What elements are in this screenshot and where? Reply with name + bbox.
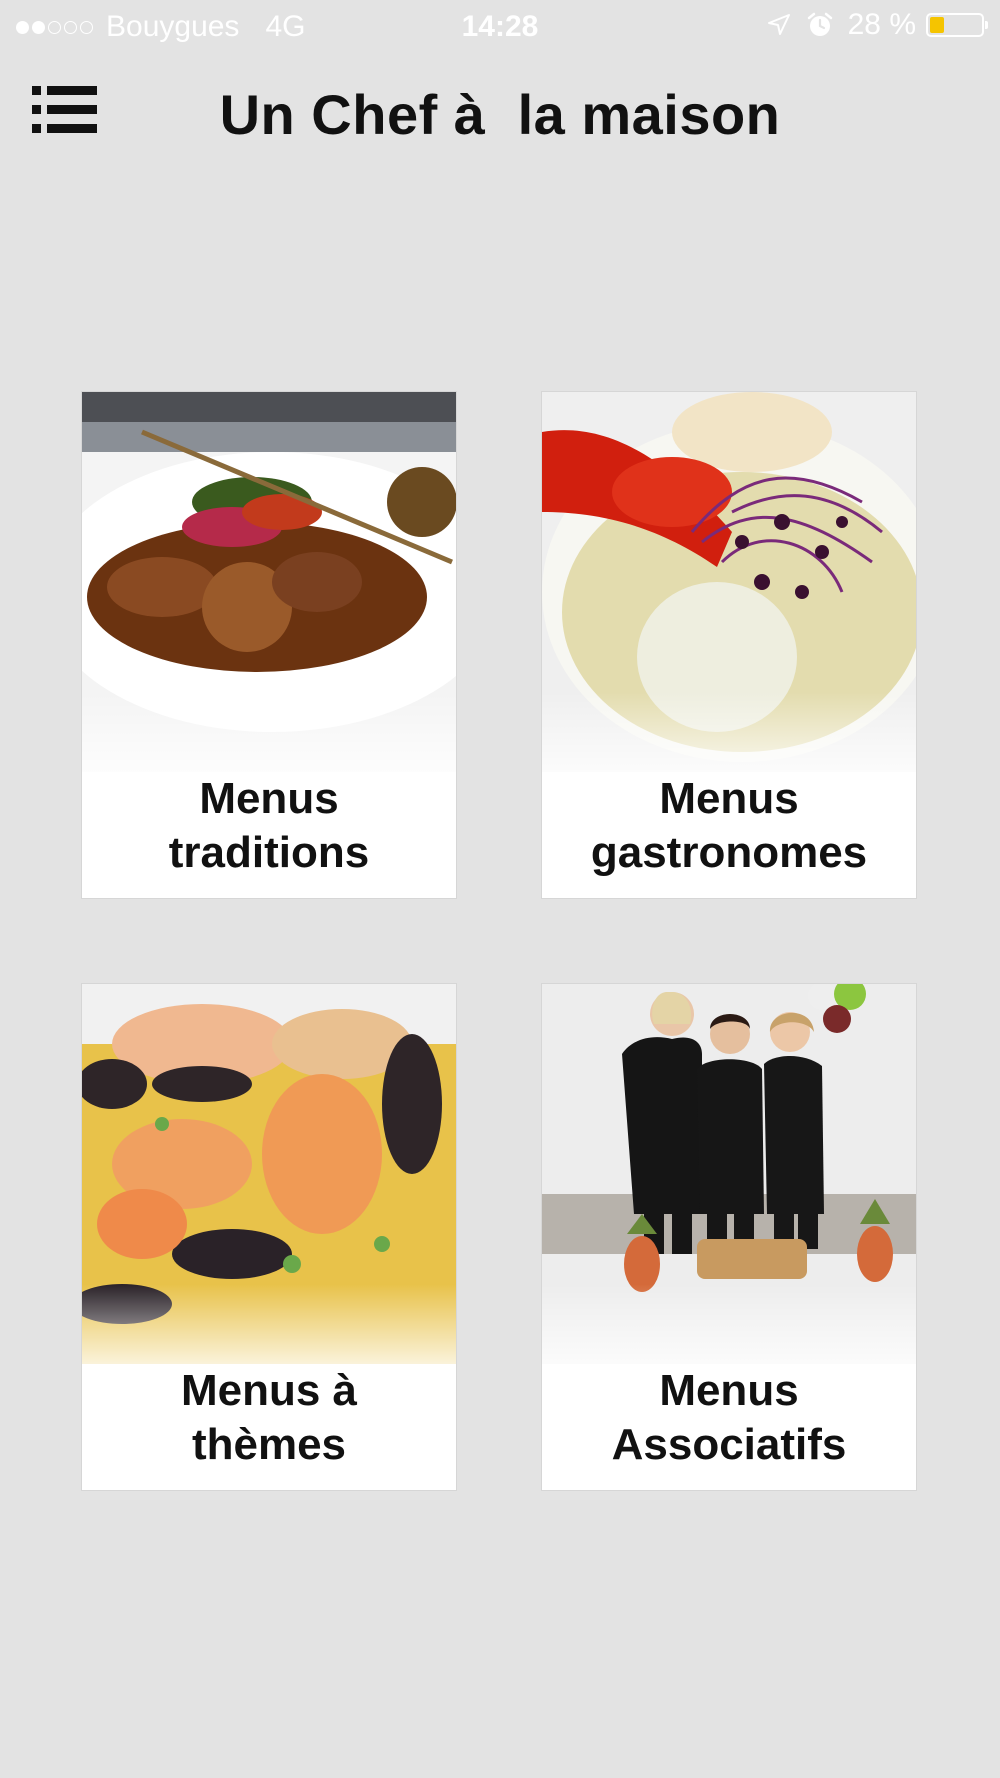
tile-label-line-2: traditions xyxy=(168,828,370,877)
tile-label: Menus gastronomes xyxy=(542,772,916,880)
tile-label-line-2: thèmes xyxy=(191,1420,347,1469)
tile-label-line-1: Menus xyxy=(199,774,339,823)
tile-menus-traditions[interactable]: Menus traditions xyxy=(82,392,456,898)
tile-label-line-2: gastronomes xyxy=(590,828,868,877)
tile-menus-themes[interactable]: Menus à thèmes xyxy=(82,984,456,1490)
tile-menus-associatifs[interactable]: Menus Associatifs xyxy=(542,984,916,1490)
tile-label-line-1: Menus xyxy=(659,774,799,823)
tile-label-line-1: Menus xyxy=(659,1366,799,1415)
tile-menus-gastronomes[interactable]: Menus gastronomes xyxy=(542,392,916,898)
tile-label: Menus à thèmes xyxy=(82,1364,456,1472)
tile-label: Menus Associatifs xyxy=(542,1364,916,1472)
tile-label-line-2: Associatifs xyxy=(611,1420,847,1469)
menu-category-grid: Menus traditions Menus gastronomes Menus… xyxy=(0,0,1000,1778)
tile-label-line-1: Menus à xyxy=(180,1366,358,1415)
tile-label: Menus traditions xyxy=(82,772,456,880)
